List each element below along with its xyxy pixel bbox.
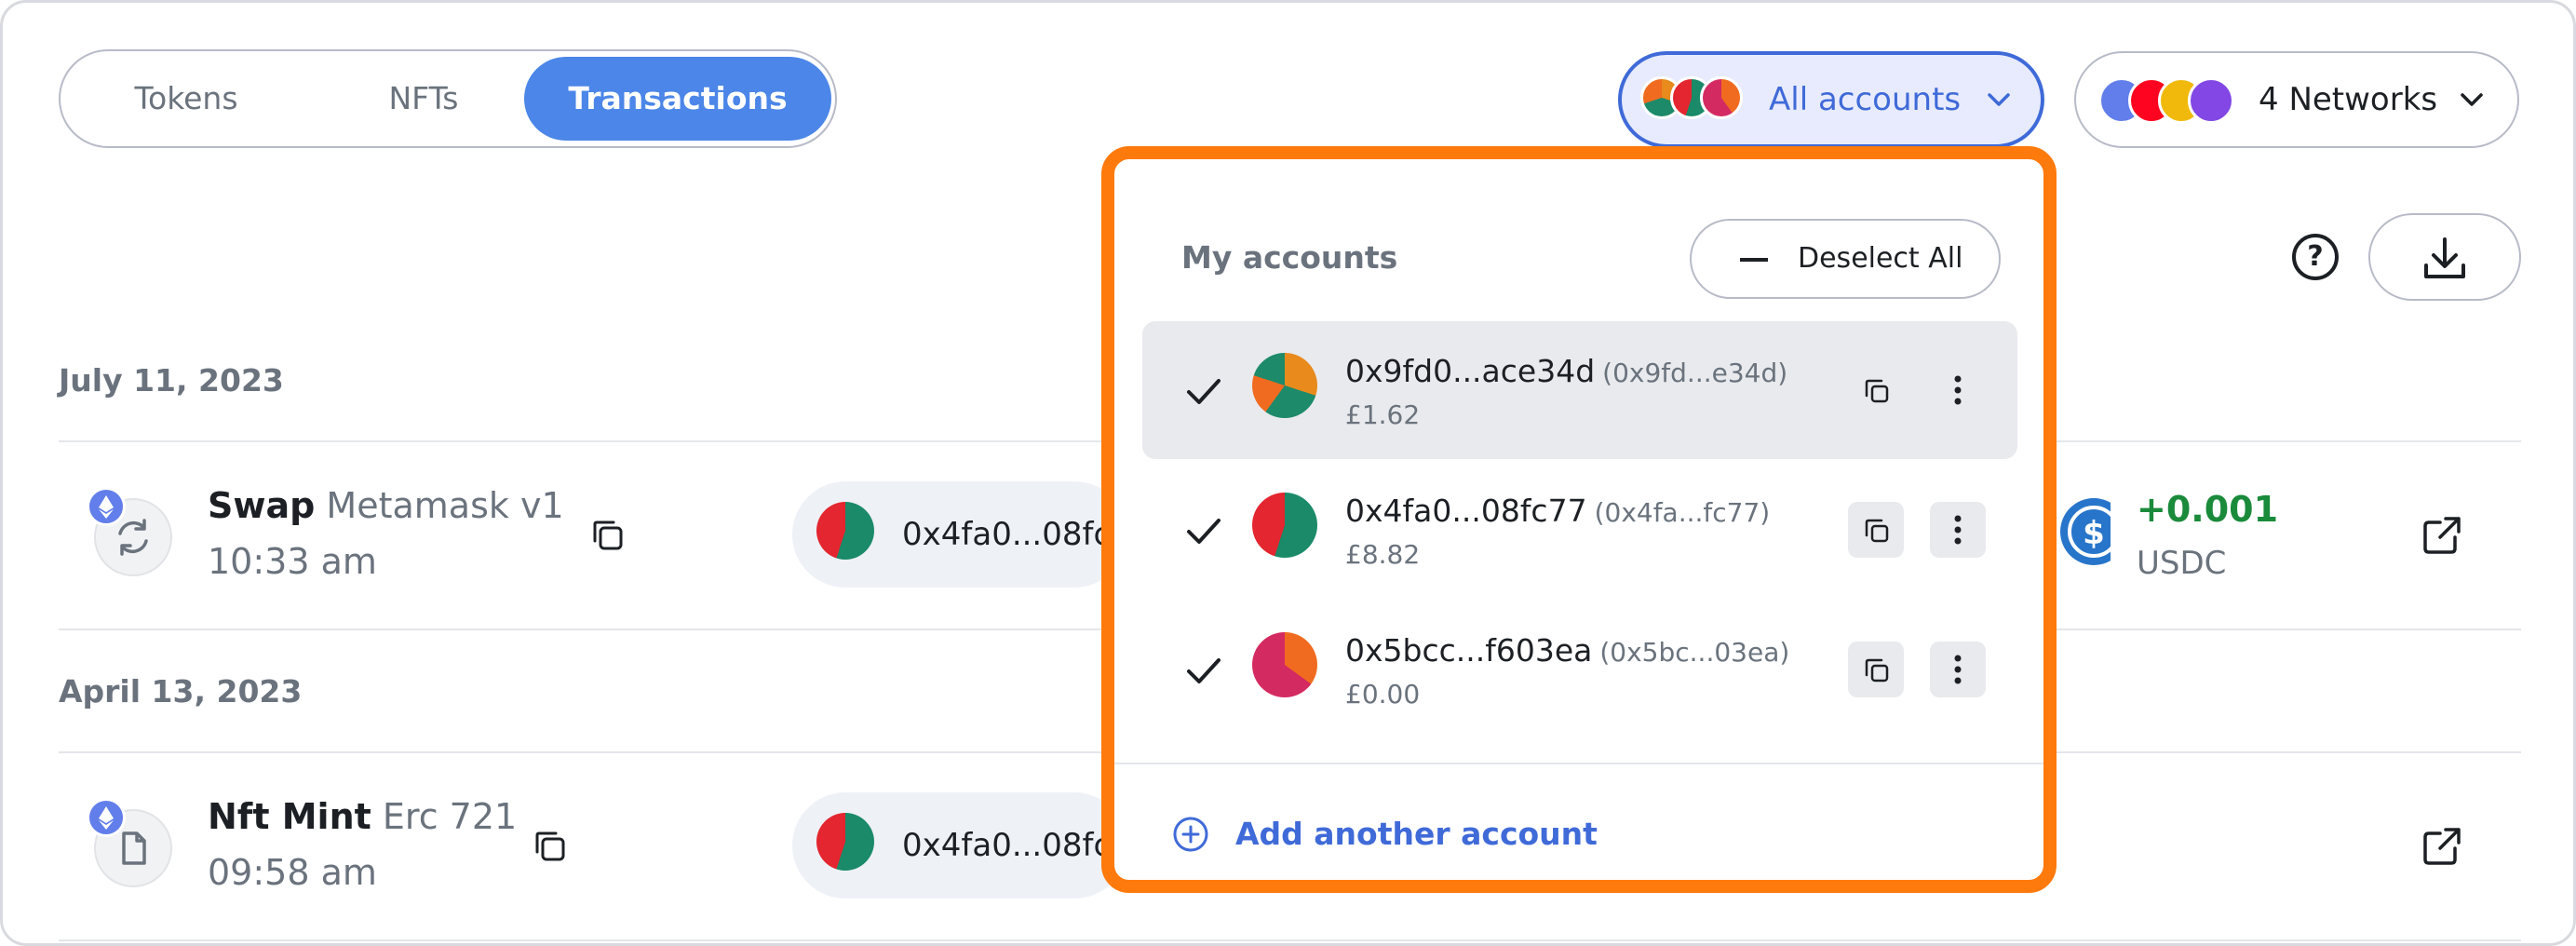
minus-icon <box>1740 258 1768 262</box>
account-dropdown: My accounts Deselect All 0x9fd0...ace34d… <box>1101 146 2057 893</box>
chevron-down-icon <box>1988 93 2010 106</box>
polygon-network-icon <box>2188 77 2234 124</box>
account-short-address: (0x5bc...03ea) <box>1599 637 1790 668</box>
transaction-title: Nft Mint Erc 721 <box>208 796 517 837</box>
account-item[interactable]: 0x9fd0...ace34d (0x9fd...e34d) £1.62 <box>1142 321 2017 459</box>
usdc-icon: $ <box>2060 498 2111 565</box>
copy-icon[interactable] <box>587 515 628 556</box>
account-item[interactable]: 0x5bcc...f603ea (0x5bc...03ea) £0.00 <box>1142 601 2017 738</box>
deselect-all-button[interactable]: Deselect All <box>1690 219 2001 299</box>
download-button[interactable] <box>2368 213 2521 301</box>
account-balance: £0.00 <box>1345 679 1421 710</box>
ethereum-badge-icon <box>87 798 126 837</box>
tab-tokens[interactable]: Tokens <box>79 57 293 141</box>
account-avatar <box>1252 493 1317 558</box>
account-address: 0x9fd0...ace34d <box>1345 353 1596 389</box>
account-item[interactable]: 0x4fa0...08fc77 (0x4fa...fc77) £8.82 <box>1142 461 2017 599</box>
address-pill[interactable]: 0x4fa0...08fc77 <box>792 792 1151 899</box>
divider <box>59 939 2521 941</box>
account-address: 0x5bcc...f603ea <box>1345 632 1593 669</box>
plus-circle-icon <box>1173 817 1208 852</box>
check-icon <box>1187 519 1221 544</box>
more-vertical-icon <box>1954 655 1962 684</box>
transaction-detail: Erc 721 <box>382 796 518 837</box>
account-avatar <box>1252 353 1317 418</box>
copy-icon <box>1865 379 1889 403</box>
add-account-label: Add another account <box>1235 816 1598 852</box>
address-pill[interactable]: 0x4fa0...08fc77 <box>792 481 1151 588</box>
check-icon <box>1187 379 1221 404</box>
check-icon <box>1187 658 1221 683</box>
account-name: 0x4fa0...08fc77 (0x4fa...fc77) <box>1345 493 1770 529</box>
account-avatar <box>816 813 874 871</box>
add-account-button[interactable]: Add another account <box>1170 811 1636 858</box>
more-vertical-icon <box>1954 515 1962 545</box>
copy-icon <box>1865 658 1889 682</box>
copy-address-button[interactable] <box>1848 642 1904 697</box>
divider <box>1114 763 2043 764</box>
account-balance: £1.62 <box>1345 399 1421 430</box>
copy-address-button[interactable] <box>1848 502 1904 558</box>
all-accounts-label: All accounts <box>1769 81 1962 118</box>
view-tabs: Tokens NFTs Transactions <box>59 49 837 148</box>
deselect-all-label: Deselect All <box>1798 242 1963 275</box>
chevron-down-icon <box>2461 93 2483 106</box>
tab-transactions[interactable]: Transactions <box>524 57 831 141</box>
copy-icon <box>1865 519 1889 543</box>
ethereum-badge-icon <box>87 487 126 526</box>
transaction-symbol: USDC <box>2137 545 2227 582</box>
account-short-address: (0x9fd...e34d) <box>1602 358 1788 388</box>
account-avatar <box>1252 632 1317 697</box>
all-accounts-filter[interactable]: All accounts <box>1618 51 2044 148</box>
svg-text:$: $ <box>2083 515 2105 552</box>
transactions-panel: Tokens NFTs Transactions All accounts 4 … <box>0 0 2576 946</box>
copy-icon[interactable] <box>530 826 571 867</box>
external-link-icon[interactable] <box>2420 513 2464 558</box>
more-options-button[interactable] <box>1930 642 1986 697</box>
more-options-button[interactable] <box>1930 502 1986 558</box>
date-header: April 13, 2023 <box>59 673 303 710</box>
account-name: 0x5bcc...f603ea (0x5bc...03ea) <box>1345 632 1789 669</box>
networks-filter[interactable]: 4 Networks <box>2074 51 2519 148</box>
copy-address-button[interactable] <box>1848 362 1904 418</box>
transaction-amount: +0.001 <box>2137 489 2279 530</box>
dropdown-title: My accounts <box>1181 239 1398 276</box>
more-options-button[interactable] <box>1930 362 1986 418</box>
transaction-time: 10:33 am <box>208 541 377 582</box>
account-name: 0x9fd0...ace34d (0x9fd...e34d) <box>1345 353 1787 389</box>
more-vertical-icon <box>1954 375 1962 405</box>
external-link-icon[interactable] <box>2420 824 2464 869</box>
date-header: July 11, 2023 <box>59 362 284 399</box>
transaction-time: 09:58 am <box>208 852 377 893</box>
help-button[interactable]: ? <box>2292 234 2339 280</box>
transaction-type: Swap <box>208 485 316 526</box>
account-avatar <box>816 502 874 560</box>
account-avatar <box>1700 76 1743 119</box>
transaction-title: Swap Metamask v1 <box>208 485 564 526</box>
account-address: 0x4fa0...08fc77 <box>1345 493 1587 529</box>
download-icon <box>2424 237 2465 278</box>
transaction-detail: Metamask v1 <box>326 485 564 526</box>
account-short-address: (0x4fa...fc77) <box>1594 497 1771 528</box>
question-circle-icon: ? <box>2307 240 2324 273</box>
tab-nfts[interactable]: NFTs <box>330 57 517 141</box>
transaction-type: Nft Mint <box>208 796 371 837</box>
networks-label: 4 Networks <box>2259 81 2438 118</box>
account-balance: £8.82 <box>1345 539 1421 570</box>
